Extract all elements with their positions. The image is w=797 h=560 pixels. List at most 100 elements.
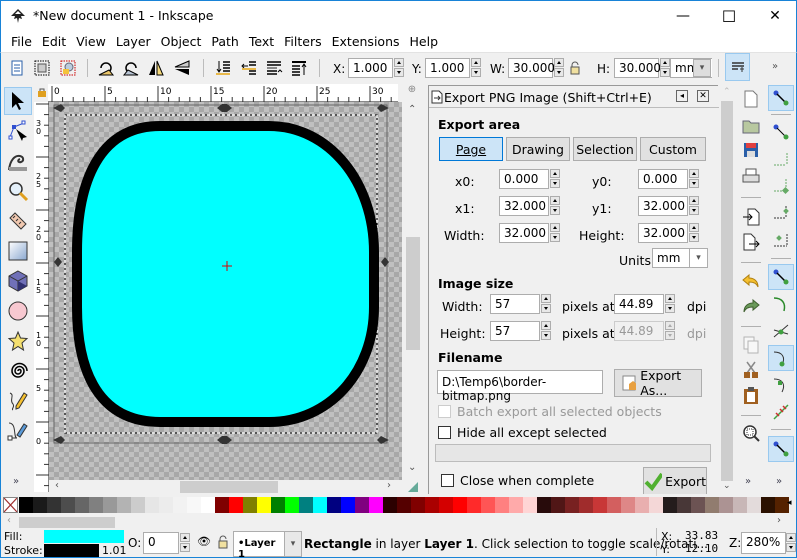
- snap-midpoints-button[interactable]: [768, 399, 794, 425]
- duplicate-icon[interactable]: [739, 333, 763, 357]
- menu-edit[interactable]: Edit: [37, 34, 71, 49]
- close-button[interactable]: ✕: [752, 1, 797, 31]
- zoom-corner-icon[interactable]: ⊕: [404, 84, 420, 100]
- no-paint-swatch[interactable]: [3, 497, 18, 513]
- rectangle-shape[interactable]: [72, 121, 379, 427]
- zoom-input[interactable]: 280%: [741, 532, 786, 554]
- x1-spinner[interactable]: [550, 196, 560, 216]
- zoom-spinner[interactable]: [786, 533, 796, 553]
- tool-pen[interactable]: [4, 417, 32, 445]
- dock-scrollbar[interactable]: ⌃ ⌄: [719, 85, 735, 495]
- tool-rectangle[interactable]: [4, 237, 32, 265]
- tool-star[interactable]: [4, 327, 32, 355]
- palette-swatch[interactable]: [607, 497, 621, 513]
- w-input[interactable]: 30.000: [508, 58, 555, 78]
- rotate-ccw-icon[interactable]: [96, 58, 116, 78]
- palette-swatch[interactable]: [117, 497, 131, 513]
- fill-indicator[interactable]: [44, 530, 124, 543]
- y-spinner[interactable]: [471, 58, 481, 78]
- palette-menu-icon[interactable]: ◂: [787, 498, 792, 508]
- palette-swatch[interactable]: [271, 497, 285, 513]
- img-height-input[interactable]: 57: [490, 321, 540, 341]
- tool-zoom[interactable]: [4, 177, 32, 205]
- palette-swatch[interactable]: [733, 497, 747, 513]
- area-selection-button[interactable]: Selection: [573, 137, 637, 161]
- y0-input[interactable]: 0.000: [638, 169, 688, 189]
- palette-swatch[interactable]: [747, 497, 761, 513]
- palette-swatch[interactable]: [201, 497, 215, 513]
- menu-help[interactable]: Help: [405, 34, 444, 49]
- palette-swatch[interactable]: [621, 497, 635, 513]
- menu-path[interactable]: Path: [206, 34, 243, 49]
- w-spinner[interactable]: [554, 58, 564, 78]
- vertical-ruler[interactable]: 30 25 20 15 10 5 0: [34, 102, 49, 492]
- palette-swatch[interactable]: [75, 497, 89, 513]
- palette-scroll-thumb[interactable]: [19, 517, 115, 528]
- area-drawing-button[interactable]: Drawing: [506, 137, 570, 161]
- palette-swatch[interactable]: [439, 497, 453, 513]
- area-height-input[interactable]: 32.000: [638, 223, 688, 243]
- open-folder-icon[interactable]: [739, 114, 763, 138]
- select-all-layers-icon[interactable]: [32, 58, 52, 78]
- y1-spinner[interactable]: [689, 196, 699, 216]
- img-height-spinner[interactable]: [541, 321, 551, 341]
- palette-swatch[interactable]: [635, 497, 649, 513]
- scroll-right-icon[interactable]: ›: [387, 480, 391, 491]
- dpi-x-spinner[interactable]: [665, 294, 675, 314]
- palette-swatch[interactable]: [719, 497, 733, 513]
- snap-paths-button[interactable]: [768, 291, 794, 317]
- palette-swatch[interactable]: [677, 497, 691, 513]
- redo-icon[interactable]: [739, 294, 763, 318]
- tool-pencil[interactable]: [4, 387, 32, 415]
- select-all-icon[interactable]: [7, 58, 27, 78]
- export-icon[interactable]: [739, 230, 763, 254]
- palette-swatch[interactable]: [593, 497, 607, 513]
- scroll-up-icon[interactable]: ⌃: [408, 104, 416, 115]
- palette-swatch[interactable]: [537, 497, 551, 513]
- layer-dropdown-icon[interactable]: ▾: [284, 531, 302, 557]
- palette-swatch[interactable]: [257, 497, 271, 513]
- stroke-indicator[interactable]: [44, 544, 99, 557]
- palette-swatch[interactable]: [481, 497, 495, 513]
- tool-node[interactable]: [4, 117, 32, 145]
- layer-select[interactable]: •Layer 1: [233, 531, 285, 560]
- palette-swatch[interactable]: [705, 497, 719, 513]
- tool-tweak[interactable]: [4, 147, 32, 175]
- lower-to-bottom-icon[interactable]: [213, 58, 233, 78]
- area-width-spinner[interactable]: [550, 223, 560, 243]
- minimize-button[interactable]: —: [660, 1, 706, 31]
- raise-to-top-icon[interactable]: [289, 58, 309, 78]
- palette-swatch[interactable]: [649, 497, 663, 513]
- scroll-down-icon[interactable]: ⌄: [408, 462, 416, 473]
- opacity-input[interactable]: 0: [143, 532, 179, 554]
- palette-swatch[interactable]: [467, 497, 481, 513]
- x1-input[interactable]: 32.000: [499, 196, 549, 216]
- snap-others-button[interactable]: [768, 436, 794, 462]
- snap-bbox-centers-button[interactable]: [768, 227, 794, 253]
- toolbar-overflow-button[interactable]: »: [772, 61, 778, 72]
- dock-scroll-thumb[interactable]: [721, 101, 733, 481]
- snap-bbox-button[interactable]: [768, 119, 794, 145]
- menu-view[interactable]: View: [71, 34, 111, 49]
- layer-visibility-icon[interactable]: 👁: [197, 535, 211, 548]
- dock-scroll-down-icon[interactable]: ⌄: [723, 481, 731, 491]
- tool-circle[interactable]: [4, 297, 32, 325]
- palette-swatch[interactable]: [495, 497, 509, 513]
- tool-measure[interactable]: [4, 207, 32, 235]
- commands-overflow-button[interactable]: »: [745, 476, 751, 487]
- menu-filters[interactable]: Filters: [279, 34, 326, 49]
- palette-swatch[interactable]: [523, 497, 537, 513]
- h-input[interactable]: 30.000: [614, 58, 661, 78]
- palette-scroll-right-icon[interactable]: ›: [777, 515, 781, 526]
- palette-swatch[interactable]: [663, 497, 677, 513]
- snap-bbox-midpoints-button[interactable]: [768, 200, 794, 226]
- img-width-spinner[interactable]: [541, 294, 551, 314]
- palette-swatch[interactable]: [425, 497, 439, 513]
- palette-swatch[interactable]: [299, 497, 313, 513]
- snap-toggle-button[interactable]: [768, 85, 794, 111]
- lower-icon[interactable]: [239, 58, 259, 78]
- y1-input[interactable]: 32.000: [638, 196, 688, 216]
- palette-swatch[interactable]: [285, 497, 299, 513]
- palette-swatch[interactable]: [313, 497, 327, 513]
- palette-swatch[interactable]: [131, 497, 145, 513]
